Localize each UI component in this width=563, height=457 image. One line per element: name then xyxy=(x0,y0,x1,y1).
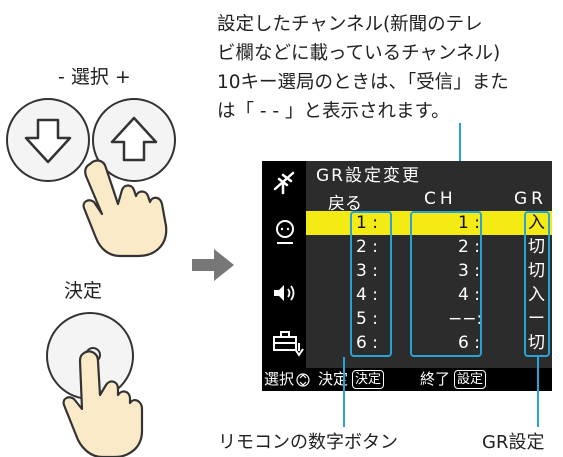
gr-header: GR xyxy=(514,189,547,209)
osd-main-panel: GR設定変更 戻る CH GR 1 : 1 : 入 2 : 2 : 切 3 : … xyxy=(306,161,552,368)
footer-select-label: 選択 xyxy=(264,370,295,388)
speaker-icon[interactable] xyxy=(271,281,299,305)
description-line: ビ欄などに載っているチャンネル) xyxy=(217,43,501,64)
gr-settings-screen: GR設定変更 戻る CH GR 1 : 1 : 入 2 : 2 : 切 3 : … xyxy=(262,161,552,391)
select-label: - 選択 + xyxy=(58,66,131,88)
footer-end-label: 終了 xyxy=(420,370,451,388)
right-arrow-icon xyxy=(192,249,234,281)
ch-header: CH xyxy=(424,189,457,209)
number-column-outline xyxy=(350,211,392,357)
antenna-icon[interactable] xyxy=(269,169,299,195)
up-down-icon xyxy=(296,373,310,387)
callout-line-gr xyxy=(537,357,539,427)
description-line: は「 - - 」と表示されます。 xyxy=(217,101,450,122)
osd-footer: 選択 決定 決定 終了 設定 xyxy=(262,368,552,391)
gr-column-outline xyxy=(524,211,550,357)
pressing-hand-icon xyxy=(62,350,144,457)
remote-digits-label: リモコンの数字ボタン xyxy=(218,432,398,453)
person-icon[interactable] xyxy=(271,217,299,245)
setting-key[interactable]: 設定 xyxy=(454,370,487,389)
description-line: 10キー選局のときは、「受信」また xyxy=(217,72,509,93)
confirm-label: 決定 xyxy=(64,280,103,302)
channel-column-outline xyxy=(410,211,482,357)
callout-line-digits xyxy=(343,357,345,427)
scroll-down-icon[interactable] xyxy=(292,341,306,357)
osd-title: GR設定変更 xyxy=(316,166,421,186)
description: 設定したチャンネル(新聞のテレ ビ欄などに載っているチャンネル) 10キー選局の… xyxy=(217,10,563,126)
osd-sidebar xyxy=(262,161,306,391)
pressing-hand-icon xyxy=(82,159,168,258)
gr-setting-label: GR設定 xyxy=(482,432,545,453)
description-line: 設定したチャンネル(新聞のテレ xyxy=(217,14,483,35)
decide-key[interactable]: 決定 xyxy=(352,370,385,389)
